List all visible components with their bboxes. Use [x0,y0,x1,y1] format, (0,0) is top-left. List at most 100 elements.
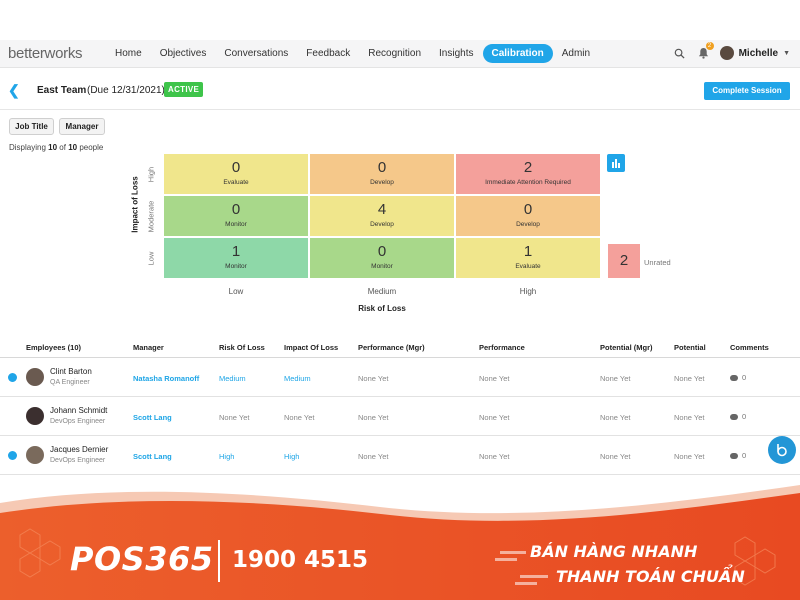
nav-calibration[interactable]: Calibration [482,44,553,63]
manager-link[interactable]: Scott Lang [133,413,172,422]
grid-cell[interactable]: 4 Develop [310,196,454,236]
user-avatar[interactable] [719,46,734,60]
unrated-count[interactable]: 2 [608,244,640,278]
grid-cell-label: Evaluate [223,179,249,186]
avatar [26,368,44,386]
grid-cell-count: 0 [231,201,241,218]
potential-mgr-value: None Yet [600,374,631,383]
employee-name[interactable]: Johann Schmidt [50,406,107,415]
nav-items: Home Objectives Conversations Feedback R… [106,44,599,63]
grid-cell-label: Monitor [225,263,247,270]
user-name[interactable]: Michelle [739,48,778,59]
grid-cell-label: Immediate Attention Required [485,179,571,186]
col-risk-of-loss[interactable]: Risk Of Loss [219,343,265,352]
y-tick-high: High [146,166,156,183]
risk-of-loss-value[interactable]: High [219,452,234,461]
grid-cell-count: 0 [377,243,387,260]
y-axis-title: Impact of Loss [130,176,140,233]
status-badge: ACTIVE [164,82,204,97]
nav-objectives[interactable]: Objectives [151,44,216,63]
grid-cell-label: Develop [370,179,394,186]
bar-chart-icon [612,159,620,168]
comments-cell[interactable]: 0 [730,373,746,382]
grid-cell[interactable]: 2 Immediate Attention Required [456,154,600,194]
impact-of-loss-value: None Yet [284,413,315,422]
search-icon[interactable] [672,45,688,61]
grid-cell[interactable]: 0 Develop [456,196,600,236]
comment-count: 0 [742,451,747,460]
grid-cell-label: Evaluate [515,263,541,270]
comment-count: 0 [742,373,747,382]
col-performance-mgr[interactable]: Performance (Mgr) [358,343,425,352]
slogan-line-2: THANH TOÁN CHUẨN [556,567,745,586]
grid-cell[interactable]: 1 Evaluate [456,238,600,278]
table-row[interactable]: Johann Schmidt DevOps Engineer Scott Lang N… [0,397,800,436]
potential-value: None Yet [674,374,705,383]
nav-home[interactable]: Home [106,44,151,63]
manager-link[interactable]: Scott Lang [133,452,172,461]
x-tick-high: High [519,287,537,296]
col-comments[interactable]: Comments [730,343,769,352]
checked-icon[interactable] [8,451,17,460]
employee-role: DevOps Engineer [50,457,106,464]
x-axis-title: Risk of Loss [358,304,406,313]
col-impact-of-loss[interactable]: Impact Of Loss [284,343,338,352]
comments-cell[interactable]: 0 [730,412,746,421]
employee-role: QA Engineer [50,379,90,386]
col-performance[interactable]: Performance [479,343,525,352]
nav-recognition[interactable]: Recognition [359,44,430,63]
nav-feedback[interactable]: Feedback [297,44,359,63]
hotline-number: 1900 4515 [232,547,369,573]
grid-cell-count: 0 [231,159,241,176]
col-potential[interactable]: Potential [674,343,706,352]
grid-cell[interactable]: 0 Evaluate [164,154,308,194]
checked-icon[interactable] [8,373,17,382]
grid-cell[interactable]: 0 Monitor [310,238,454,278]
manager-link[interactable]: Natasha Romanoff [133,374,199,383]
col-manager[interactable]: Manager [133,343,164,352]
nav-conversations[interactable]: Conversations [215,44,297,63]
avatar [26,407,44,425]
app-logo[interactable]: betterworks [8,45,83,62]
back-icon[interactable]: ❮ [8,82,20,99]
potential-mgr-value: None Yet [600,413,631,422]
chevron-down-icon[interactable]: ▼ [783,50,790,57]
grid-cell-count: 1 [523,243,533,260]
session-header: ❮ East Team (Due 12/31/2021) ACTIVE Comp… [0,72,800,110]
grid-cell[interactable]: 0 Develop [310,154,454,194]
employee-name[interactable]: Clint Barton [50,367,92,376]
nav-insights[interactable]: Insights [430,44,482,63]
grid-cell[interactable]: 1 Monitor [164,238,308,278]
x-tick-medium: Medium [367,287,397,296]
impact-of-loss-value[interactable]: High [284,452,299,461]
displaying-count: Displaying 10 of 10 people [9,143,104,152]
manager-filter-button[interactable]: Manager [59,118,105,135]
grid-cell-count: 0 [523,201,533,218]
bar-chart-toggle-button[interactable] [607,154,625,172]
top-nav: betterworks Home Objectives Conversation… [0,40,800,68]
comment-icon [730,375,738,382]
risk-of-loss-value[interactable]: Medium [219,374,246,383]
comment-icon [730,453,738,460]
impact-of-loss-value[interactable]: Medium [284,374,311,383]
job-title-filter-button[interactable]: Job Title [9,118,54,135]
table-row[interactable]: Clint Barton QA Engineer Natasha Romanoff M… [0,358,800,397]
employee-name[interactable]: Jacques Dernier [50,445,108,454]
grid-cell-label: Develop [370,221,394,228]
col-employees[interactable]: Employees (10) [26,343,81,352]
grid-cell[interactable]: 0 Monitor [164,196,308,236]
slogan-line-1: BÁN HÀNG NHANH [530,542,698,561]
bell-icon[interactable]: 2 [696,42,714,61]
potential-mgr-value: None Yet [600,452,631,461]
y-tick-moderate: Moderate [146,200,156,233]
complete-session-button[interactable]: Complete Session [704,82,790,100]
grid-cell-label: Monitor [371,263,393,270]
nav-admin[interactable]: Admin [553,44,599,63]
help-chat-button[interactable] [768,436,796,464]
comments-cell[interactable]: 0 [730,451,746,460]
avatar [26,446,44,464]
grid-cell-count: 0 [377,159,387,176]
banner-divider [218,540,220,582]
comment-icon [730,414,738,421]
col-potential-mgr[interactable]: Potential (Mgr) [600,343,653,352]
